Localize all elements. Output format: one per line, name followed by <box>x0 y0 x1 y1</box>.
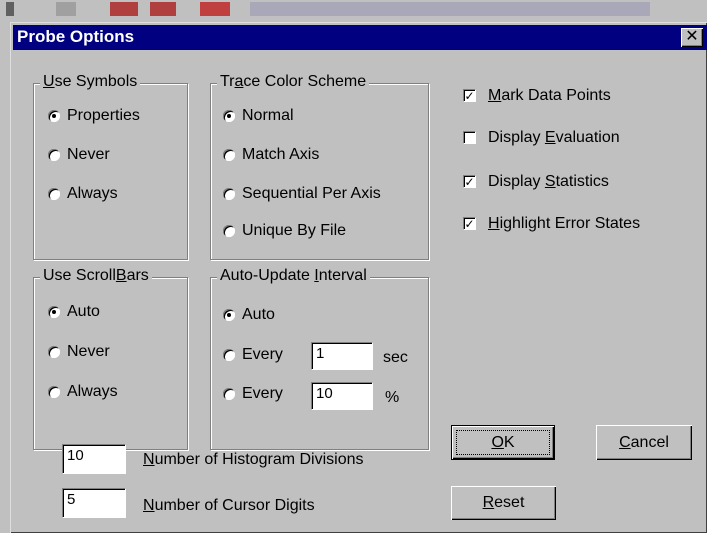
reset-button[interactable]: Reset <box>451 486 556 520</box>
toolbar-icon <box>200 2 230 16</box>
histogram-divisions-input[interactable]: 10 <box>62 444 126 474</box>
checkbox-checked-icon[interactable]: ✓ <box>463 175 476 188</box>
app-left-edge <box>0 22 10 533</box>
toolbar-icon <box>150 2 176 16</box>
ok-button[interactable]: OK <box>451 425 555 460</box>
close-icon: ✕ <box>685 28 699 45</box>
every-seconds-input[interactable]: 1 <box>311 342 373 370</box>
radio-icon[interactable] <box>223 388 235 400</box>
radio-selected-icon[interactable] <box>223 110 235 122</box>
radio-icon[interactable] <box>223 188 235 200</box>
radio-icon[interactable] <box>223 349 235 361</box>
checkbox-checked-icon[interactable]: ✓ <box>463 89 476 102</box>
trace-color-scheme-group: Trace Color Scheme Normal Match Axis Seq… <box>210 73 429 260</box>
radio-selected-icon[interactable] <box>48 306 60 318</box>
percent-unit-label: % <box>385 389 400 406</box>
radio-icon[interactable] <box>223 149 235 161</box>
trace-color-scheme-legend: Trace Color Scheme <box>217 73 370 91</box>
toolbar-icon <box>250 2 650 16</box>
dialog-title: Probe Options <box>17 27 135 46</box>
use-symbols-legend: Use Symbols <box>40 73 141 91</box>
toolbar-icon <box>56 2 76 16</box>
close-button[interactable]: ✕ <box>681 28 703 47</box>
radio-icon[interactable] <box>223 225 235 237</box>
focus-rectangle <box>456 430 550 455</box>
checkbox-checked-icon[interactable]: ✓ <box>463 217 476 230</box>
radio-icon[interactable] <box>48 188 60 200</box>
cursor-digits-input[interactable]: 5 <box>62 488 126 518</box>
toolbar-icon <box>110 2 138 16</box>
histogram-divisions-label: Number of Histogram Divisions <box>143 451 364 468</box>
radio-icon[interactable] <box>48 149 60 161</box>
every-percent-input[interactable]: 10 <box>311 382 373 410</box>
auto-update-interval-group: Auto-Update Interval Auto Every 1 sec Ev… <box>210 267 429 450</box>
title-bar[interactable]: Probe Options ✕ <box>13 25 707 50</box>
use-symbols-group: Use Symbols Properties Never Always <box>33 73 188 260</box>
auto-update-interval-legend: Auto-Update Interval <box>217 267 370 285</box>
radio-selected-icon[interactable] <box>223 309 235 321</box>
radio-icon[interactable] <box>48 346 60 358</box>
seconds-unit-label: sec <box>383 349 408 366</box>
checkbox-icon[interactable] <box>463 131 476 144</box>
toolbar-icon <box>6 2 14 16</box>
cursor-digits-label: Number of Cursor Digits <box>143 497 315 514</box>
radio-selected-icon[interactable] <box>48 110 60 122</box>
use-scrollbars-legend: Use ScrollBars <box>40 267 152 285</box>
use-scrollbars-group: Use ScrollBars Auto Never Always <box>33 267 188 450</box>
probe-options-dialog: Probe Options ✕ Use Symbols Properties N… <box>10 22 707 533</box>
app-toolbar-background <box>0 0 707 23</box>
cancel-button[interactable]: Cancel <box>596 425 692 460</box>
radio-icon[interactable] <box>48 386 60 398</box>
